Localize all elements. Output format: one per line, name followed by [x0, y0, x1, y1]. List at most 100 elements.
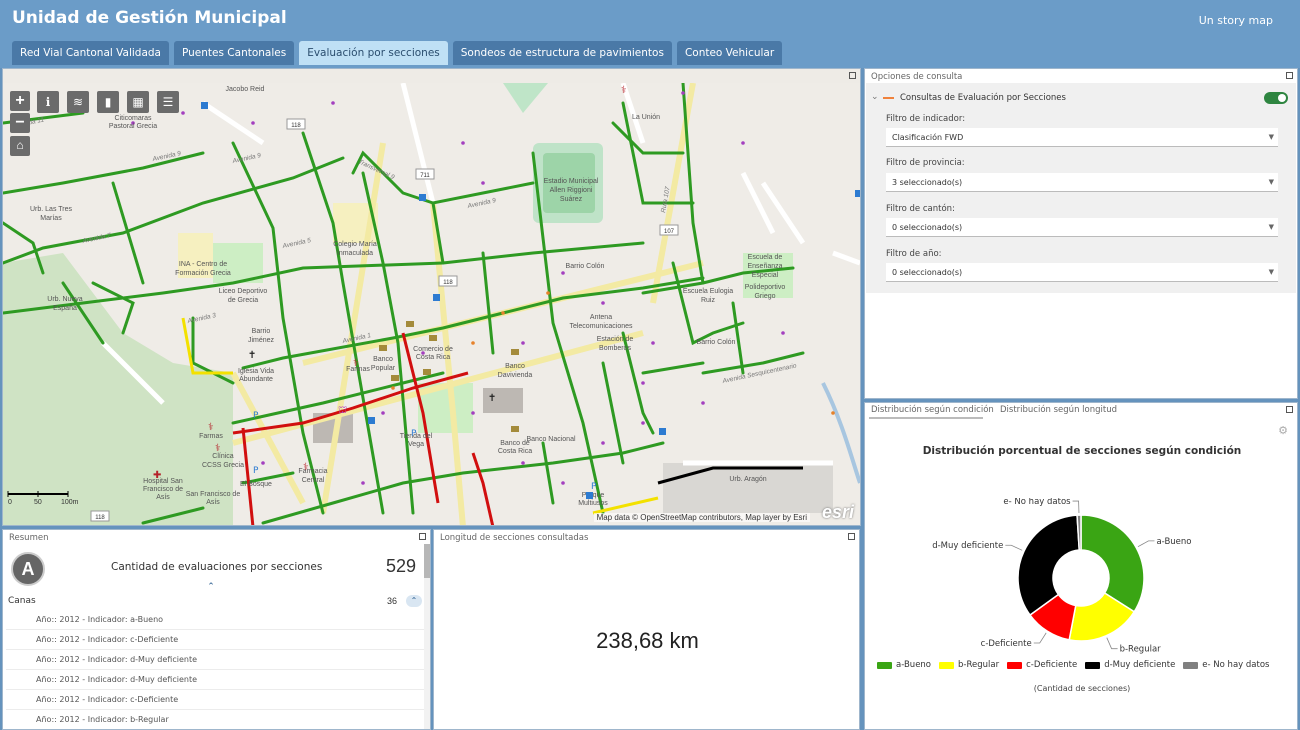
- legend-item[interactable]: b-Regular: [939, 660, 999, 670]
- slice-label-3: d-Muy deficiente: [932, 541, 1003, 551]
- chart-legend: a-Bueno b-Regular c-Deficiente d-Muy def…: [877, 660, 1269, 670]
- svg-text:Estación de: Estación de: [597, 336, 634, 343]
- list-item[interactable]: Año:: 2012 - Indicador: b-Regular: [6, 710, 424, 729]
- donut-slice-3[interactable]: [1017, 514, 1081, 617]
- list-item[interactable]: Año:: 2012 - Indicador: d-Muy deficiente: [6, 650, 424, 670]
- legend-swatch: [1183, 661, 1199, 669]
- maximize-icon[interactable]: [848, 533, 855, 540]
- list-item[interactable]: Año:: 2012 - Indicador: c-Deficiente: [6, 690, 424, 710]
- query-group-label: Consultas de Evaluación por Secciones: [900, 93, 1066, 103]
- distribution-panel: Distribución según condición Distribució…: [864, 402, 1298, 730]
- canton-select[interactable]: 0 seleccionado(s) ▼: [886, 218, 1278, 237]
- map-attribution[interactable]: Map data © OpenStreetMap contributors, M…: [593, 513, 810, 522]
- legend-swatch: [1085, 661, 1101, 669]
- legend-icon[interactable]: ☰: [157, 91, 179, 113]
- panel-title: Resumen: [9, 533, 49, 543]
- svg-text:Banco: Banco: [505, 363, 525, 370]
- svg-text:Banco de: Banco de: [500, 440, 530, 447]
- svg-text:Colegio María: Colegio María: [333, 241, 377, 248]
- tab-conteo[interactable]: Conteo Vehicular: [676, 41, 783, 65]
- svg-text:Urb. Las Tres: Urb. Las Tres: [30, 206, 73, 213]
- scrollbar[interactable]: [424, 544, 430, 729]
- legend-item[interactable]: d-Muy deficiente: [1085, 660, 1175, 670]
- province-select[interactable]: 3 seleccionado(s) ▼: [886, 173, 1278, 192]
- group-row[interactable]: Canas 36 ⌃: [6, 594, 424, 609]
- layers-icon[interactable]: ≋: [67, 91, 89, 113]
- legend-item[interactable]: c-Deficiente: [1007, 660, 1077, 670]
- select-value: 3 seleccionado(s): [892, 178, 963, 187]
- gear-icon[interactable]: ⚙: [1278, 424, 1288, 437]
- svg-text:Escuela Eulogia: Escuela Eulogia: [683, 288, 733, 295]
- svg-text:Banco Nacional: Banco Nacional: [526, 436, 575, 443]
- legend-item[interactable]: a-Bueno: [877, 660, 931, 670]
- road-badge-icon: A: [11, 552, 45, 586]
- maximize-icon[interactable]: [1286, 406, 1293, 413]
- chevron-up-icon[interactable]: ⌃: [201, 582, 221, 591]
- tab-evaluacion[interactable]: Evaluación por secciones: [299, 41, 448, 65]
- svg-text:Comercio de: Comercio de: [413, 346, 453, 353]
- list-item[interactable]: Año:: 2012 - Indicador: c-Deficiente: [6, 630, 424, 650]
- list-item[interactable]: Año:: 2012 - Indicador: a-Bueno: [6, 610, 424, 630]
- list-item[interactable]: Año:: 2012 - Indicador: d-Muy deficiente: [6, 670, 424, 690]
- maximize-icon[interactable]: [849, 72, 856, 79]
- tab-red-vial[interactable]: Red Vial Cantonal Validada: [12, 41, 169, 65]
- tab-bar: Red Vial Cantonal Validada Puentes Canto…: [12, 41, 787, 65]
- group-marker: [883, 97, 894, 99]
- group-name: Canas: [8, 596, 36, 606]
- map-panel[interactable]: La Unión Estadio Municipal Allen Riggioni…: [2, 68, 861, 526]
- svg-text:118: 118: [291, 123, 301, 129]
- year-select[interactable]: 0 seleccionado(s) ▼: [886, 263, 1278, 282]
- caret-down-icon: ▼: [1268, 223, 1274, 231]
- donut-chart[interactable]: a-Bueno b-Regular c-Deficiente d-Muy defici…: [865, 498, 1298, 678]
- zoom-out-button[interactable]: −: [10, 113, 30, 133]
- svg-text:Citicomaras: Citicomaras: [115, 115, 152, 122]
- svg-text:Barrio: Barrio: [252, 328, 271, 335]
- map-canvas[interactable]: La Unión Estadio Municipal Allen Riggioni…: [3, 83, 860, 526]
- svg-text:711: 711: [420, 173, 430, 179]
- svg-text:Asís: Asís: [156, 494, 170, 501]
- chevron-down-icon[interactable]: ⌄: [871, 91, 879, 102]
- svg-text:Bomberos: Bomberos: [599, 345, 631, 352]
- active-tab-indicator: [869, 417, 983, 419]
- label-leader-4: [1072, 500, 1080, 514]
- zoom-in-button[interactable]: +: [10, 91, 30, 111]
- svg-text:Abundante: Abundante: [239, 376, 273, 383]
- svg-text:Urb. Nueva: Urb. Nueva: [47, 296, 83, 303]
- story-map-link[interactable]: Un story map: [1199, 14, 1273, 27]
- query-toggle[interactable]: [1264, 92, 1288, 104]
- maximize-icon[interactable]: [419, 533, 426, 540]
- svg-text:Central: Central: [302, 477, 325, 484]
- legend-label: c-Deficiente: [1026, 660, 1078, 670]
- select-value: Clasificación FWD: [892, 133, 964, 142]
- label-leader-3: [1005, 544, 1023, 551]
- svg-text:Marías: Marías: [40, 215, 62, 222]
- select-value: 0 seleccionado(s): [892, 223, 963, 232]
- home-button[interactable]: ⌂: [10, 136, 30, 156]
- filter-label: Filtro de provincia:: [886, 158, 965, 168]
- caret-down-icon: ▼: [1268, 178, 1274, 186]
- query-options-panel: Opciones de consulta ⌄ Consultas de Eval…: [864, 68, 1298, 399]
- summary-count: 529: [386, 556, 417, 576]
- bookmark-icon[interactable]: ▮: [97, 91, 119, 113]
- svg-text:INA - Centro de: INA - Centro de: [179, 261, 227, 268]
- svg-text:⛫: ⛫: [338, 405, 347, 416]
- svg-text:La Unión: La Unión: [632, 114, 660, 121]
- svg-text:Costa Rica: Costa Rica: [498, 448, 532, 455]
- svg-text:Banco: Banco: [373, 356, 393, 363]
- basemap-icon[interactable]: ▦: [127, 91, 149, 113]
- maximize-icon[interactable]: [1286, 72, 1293, 79]
- summary-label: Cantidad de evaluaciones por secciones: [111, 561, 323, 573]
- tab-sondeos[interactable]: Sondeos de estructura de pavimientos: [452, 41, 672, 65]
- tab-length[interactable]: Distribución según longitud: [1000, 405, 1117, 415]
- tab-condition[interactable]: Distribución según condición: [871, 405, 994, 415]
- scale-label-0: 0: [8, 499, 12, 506]
- indicator-select[interactable]: Clasificación FWD ▼: [886, 128, 1278, 147]
- svg-text:Farmas: Farmas: [199, 433, 223, 440]
- svg-text:Escuela de: Escuela de: [748, 254, 783, 261]
- svg-text:107: 107: [664, 229, 675, 235]
- info-icon[interactable]: ℹ: [37, 91, 59, 113]
- tab-puentes[interactable]: Puentes Cantonales: [174, 41, 295, 65]
- svg-text:✚: ✚: [153, 470, 161, 481]
- legend-item[interactable]: e- No hay datos: [1183, 660, 1269, 670]
- collapse-icon[interactable]: ⌃: [406, 595, 422, 607]
